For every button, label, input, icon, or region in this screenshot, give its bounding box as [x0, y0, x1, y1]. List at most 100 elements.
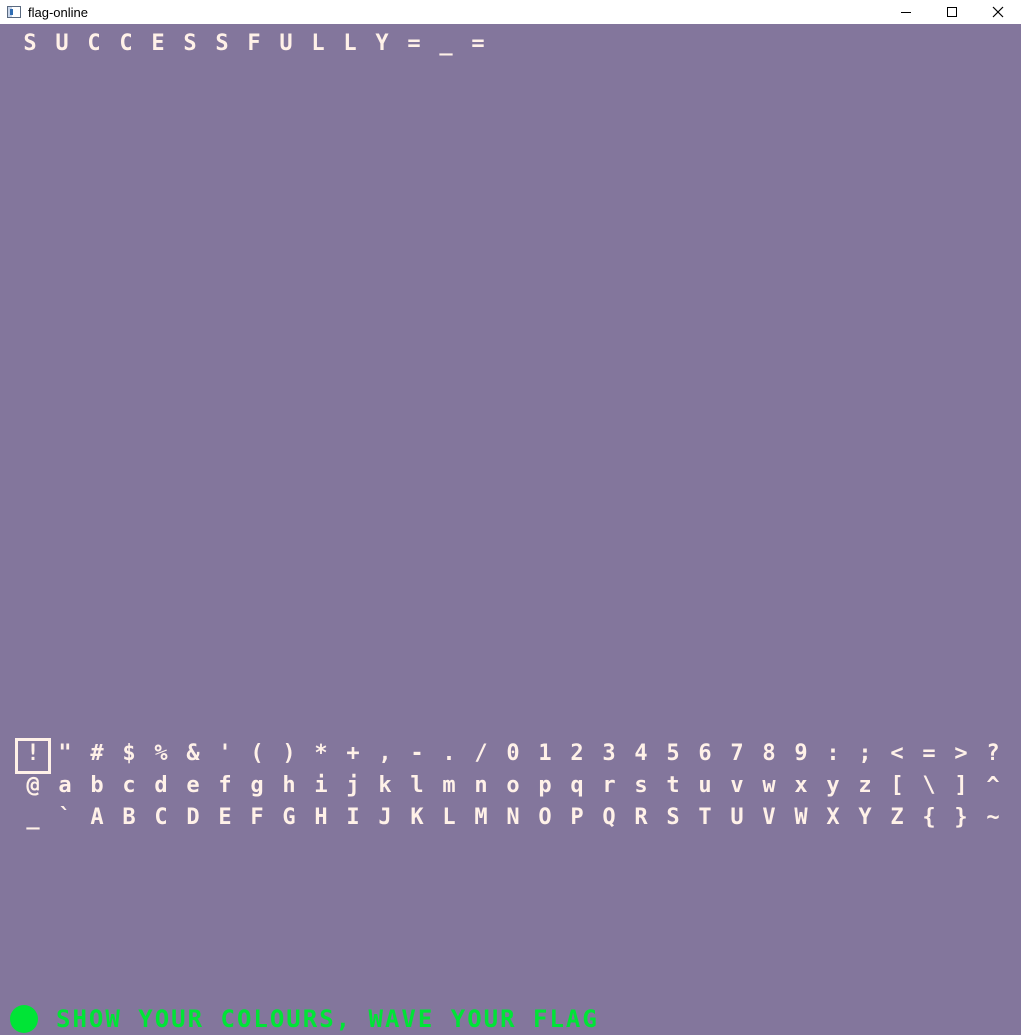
keyboard-key[interactable]: G	[273, 806, 305, 830]
keyboard-key[interactable]: #	[81, 742, 113, 766]
keyboard-key[interactable]: s	[625, 774, 657, 798]
minimize-button[interactable]	[883, 0, 929, 24]
keyboard-key[interactable]: _	[17, 806, 49, 830]
result-char: S	[183, 31, 197, 56]
keyboard-key[interactable]: Z	[881, 806, 913, 830]
keyboard-key[interactable]: b	[81, 774, 113, 798]
keyboard-key[interactable]: h	[273, 774, 305, 798]
keyboard-key[interactable]: v	[721, 774, 753, 798]
keyboard-key[interactable]: ;	[849, 742, 881, 766]
keyboard-key[interactable]: K	[401, 806, 433, 830]
keyboard-key[interactable]: w	[753, 774, 785, 798]
keyboard-key[interactable]: i	[305, 774, 337, 798]
keyboard-key[interactable]: t	[657, 774, 689, 798]
keyboard-key[interactable]: `	[49, 806, 81, 830]
result-char: =	[471, 31, 485, 56]
keyboard-key[interactable]: 8	[753, 742, 785, 766]
keyboard-row-lowercase: @ a b c d e f g h i j k l m n o p q r s t u v w x y z[\] ^	[0, 774, 1021, 798]
keyboard-key[interactable]: g	[241, 774, 273, 798]
keyboard-key[interactable]: j	[337, 774, 369, 798]
keyboard-key[interactable]: S	[657, 806, 689, 830]
keyboard-key[interactable]: @	[17, 774, 49, 798]
keyboard-key[interactable]: V	[753, 806, 785, 830]
keyboard-key[interactable]: r	[593, 774, 625, 798]
keyboard-key[interactable]: C	[145, 806, 177, 830]
keyboard-key[interactable]: X	[817, 806, 849, 830]
keyboard-key[interactable]: .	[433, 742, 465, 766]
keyboard-key[interactable]: U	[721, 806, 753, 830]
keyboard-key[interactable]: ^	[977, 774, 1009, 798]
keyboard-key[interactable]: }	[945, 806, 977, 830]
keyboard-key[interactable]: I	[337, 806, 369, 830]
keyboard-key[interactable]: y	[817, 774, 849, 798]
keyboard-key[interactable]: e	[177, 774, 209, 798]
keyboard-key[interactable]: R	[625, 806, 657, 830]
keyboard-key[interactable]: &	[177, 742, 209, 766]
keyboard-key[interactable]: 1	[529, 742, 561, 766]
keyboard-key[interactable]: f	[209, 774, 241, 798]
keyboard-key[interactable]: N	[497, 806, 529, 830]
keyboard-key[interactable]: P	[561, 806, 593, 830]
keyboard-key[interactable]: n	[465, 774, 497, 798]
result-text: S U C C E S S F U L L Y = _ =	[0, 32, 1021, 56]
keyboard-key[interactable]: c	[113, 774, 145, 798]
keyboard-key[interactable]: 0	[497, 742, 529, 766]
keyboard-key[interactable]: $	[113, 742, 145, 766]
keyboard-key[interactable]: E	[209, 806, 241, 830]
keyboard-key[interactable]: A	[81, 806, 113, 830]
keyboard-key[interactable]: <	[881, 742, 913, 766]
keyboard-key[interactable]: 9	[785, 742, 817, 766]
keyboard-key[interactable]: /	[465, 742, 497, 766]
keyboard-key[interactable]: +	[337, 742, 369, 766]
keyboard-key[interactable]: x	[785, 774, 817, 798]
keyboard-key[interactable]: *	[305, 742, 337, 766]
keyboard-key[interactable]: %	[145, 742, 177, 766]
keyboard-key[interactable]: '	[209, 742, 241, 766]
keyboard-key[interactable]: q	[561, 774, 593, 798]
keyboard-key[interactable]: 7	[721, 742, 753, 766]
keyboard-key[interactable]: T	[689, 806, 721, 830]
keyboard-key[interactable]: [	[881, 774, 913, 798]
keyboard-key[interactable]: Y	[849, 806, 881, 830]
keyboard-key[interactable]: 6	[689, 742, 721, 766]
keyboard-key[interactable]: 4	[625, 742, 657, 766]
keyboard-key[interactable]: z	[849, 774, 881, 798]
keyboard-key[interactable]: a	[49, 774, 81, 798]
keyboard-key[interactable]: p	[529, 774, 561, 798]
keyboard-key[interactable]: )	[273, 742, 305, 766]
keyboard-key[interactable]: ]	[945, 774, 977, 798]
keyboard-key[interactable]: D	[177, 806, 209, 830]
keyboard-key[interactable]: "	[49, 742, 81, 766]
keyboard-key[interactable]: F	[241, 806, 273, 830]
keyboard-key[interactable]: {	[913, 806, 945, 830]
keyboard-key[interactable]: B	[113, 806, 145, 830]
keyboard-key[interactable]: ?	[977, 742, 1009, 766]
keyboard-key[interactable]: l	[401, 774, 433, 798]
keyboard-key[interactable]: :	[817, 742, 849, 766]
keyboard-key[interactable]: M	[465, 806, 497, 830]
keyboard-key[interactable]: 2	[561, 742, 593, 766]
keyboard-key[interactable]: -	[401, 742, 433, 766]
keyboard-key[interactable]: =	[913, 742, 945, 766]
keyboard-key[interactable]: Q	[593, 806, 625, 830]
keyboard-key[interactable]: L	[433, 806, 465, 830]
close-button[interactable]	[975, 0, 1021, 24]
keyboard-key[interactable]: H	[305, 806, 337, 830]
result-char: E	[151, 31, 165, 56]
keyboard-key[interactable]: (	[241, 742, 273, 766]
keyboard-key[interactable]: 5	[657, 742, 689, 766]
keyboard-key[interactable]: o	[497, 774, 529, 798]
keyboard-key[interactable]: u	[689, 774, 721, 798]
keyboard-key[interactable]: d	[145, 774, 177, 798]
maximize-button[interactable]	[929, 0, 975, 24]
keyboard-key[interactable]: W	[785, 806, 817, 830]
keyboard-key[interactable]: O	[529, 806, 561, 830]
keyboard-key[interactable]: 3	[593, 742, 625, 766]
keyboard-key[interactable]: \	[913, 774, 945, 798]
keyboard-key[interactable]: m	[433, 774, 465, 798]
keyboard-key[interactable]: k	[369, 774, 401, 798]
keyboard-key[interactable]: >	[945, 742, 977, 766]
keyboard-key[interactable]: ~	[977, 806, 1009, 830]
keyboard-key[interactable]: J	[369, 806, 401, 830]
keyboard-key[interactable]: ,	[369, 742, 401, 766]
